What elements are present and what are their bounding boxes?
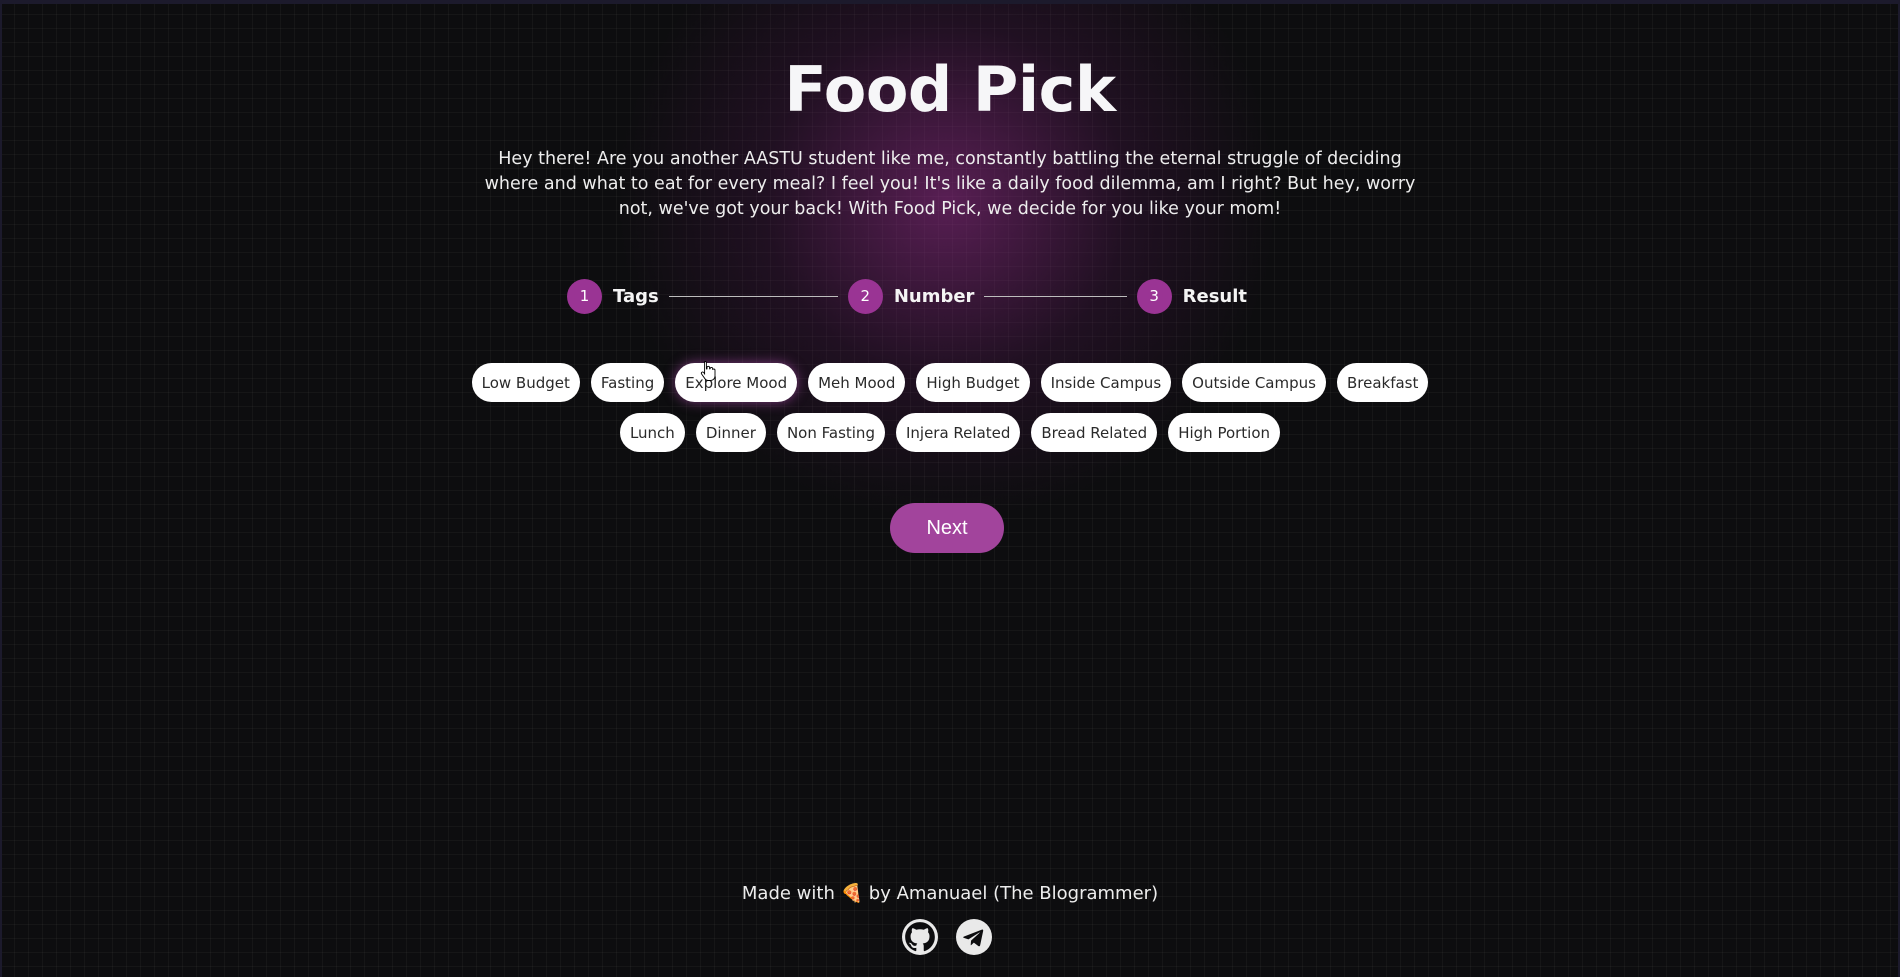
step-connector	[668, 295, 838, 297]
telegram-icon[interactable]	[956, 919, 992, 955]
tag-meh-mood[interactable]: Meh Mood	[808, 363, 906, 402]
stepper: 1 Tags 2 Number 3 Result	[567, 278, 1247, 314]
tag-injera-related[interactable]: Injera Related	[895, 413, 1021, 452]
step-label: Result	[1182, 285, 1247, 307]
next-button[interactable]: Next	[890, 503, 1004, 553]
step-tags: 1 Tags	[567, 278, 659, 314]
footer-credit: Made with 🍕 by Amanuael (The Blogrammer)	[0, 883, 1900, 904]
step-label: Number	[893, 285, 975, 307]
tag-non-fasting[interactable]: Non Fasting	[776, 413, 885, 452]
pizza-icon: 🍕	[840, 883, 864, 904]
step-number: 3	[1136, 278, 1172, 314]
tag-outside-campus[interactable]: Outside Campus	[1182, 363, 1326, 402]
step-number-count: 2 Number	[847, 278, 975, 314]
tag-fasting[interactable]: Fasting	[590, 363, 665, 402]
tag-high-budget[interactable]: High Budget	[916, 363, 1030, 402]
window-border-left	[0, 4, 2, 977]
tag-explore-mood[interactable]: Explore Mood	[675, 363, 798, 402]
tag-lunch[interactable]: Lunch	[619, 413, 685, 452]
step-label: Tags	[613, 285, 659, 307]
tag-high-portion[interactable]: High Portion	[1168, 413, 1281, 452]
intro-text: Hey there! Are you another AASTU student…	[484, 149, 1416, 219]
tag-low-budget[interactable]: Low Budget	[471, 363, 580, 402]
tag-list: Low Budget Fasting Explore Mood Meh Mood…	[460, 363, 1440, 452]
step-connector	[984, 295, 1127, 297]
step-number: 2	[847, 278, 883, 314]
tag-dinner[interactable]: Dinner	[695, 413, 766, 452]
footer-author: by Amanuael (The Blogrammer)	[868, 883, 1159, 904]
tag-inside-campus[interactable]: Inside Campus	[1040, 363, 1172, 402]
step-number: 1	[567, 278, 602, 314]
step-result: 3 Result	[1136, 278, 1247, 314]
tag-bread-related[interactable]: Bread Related	[1031, 413, 1158, 452]
page-title: Food Pick	[784, 53, 1116, 126]
github-icon[interactable]	[902, 919, 938, 955]
footer-prefix: Made with	[741, 883, 835, 904]
tag-breakfast[interactable]: Breakfast	[1336, 363, 1429, 402]
social-links	[902, 919, 992, 955]
